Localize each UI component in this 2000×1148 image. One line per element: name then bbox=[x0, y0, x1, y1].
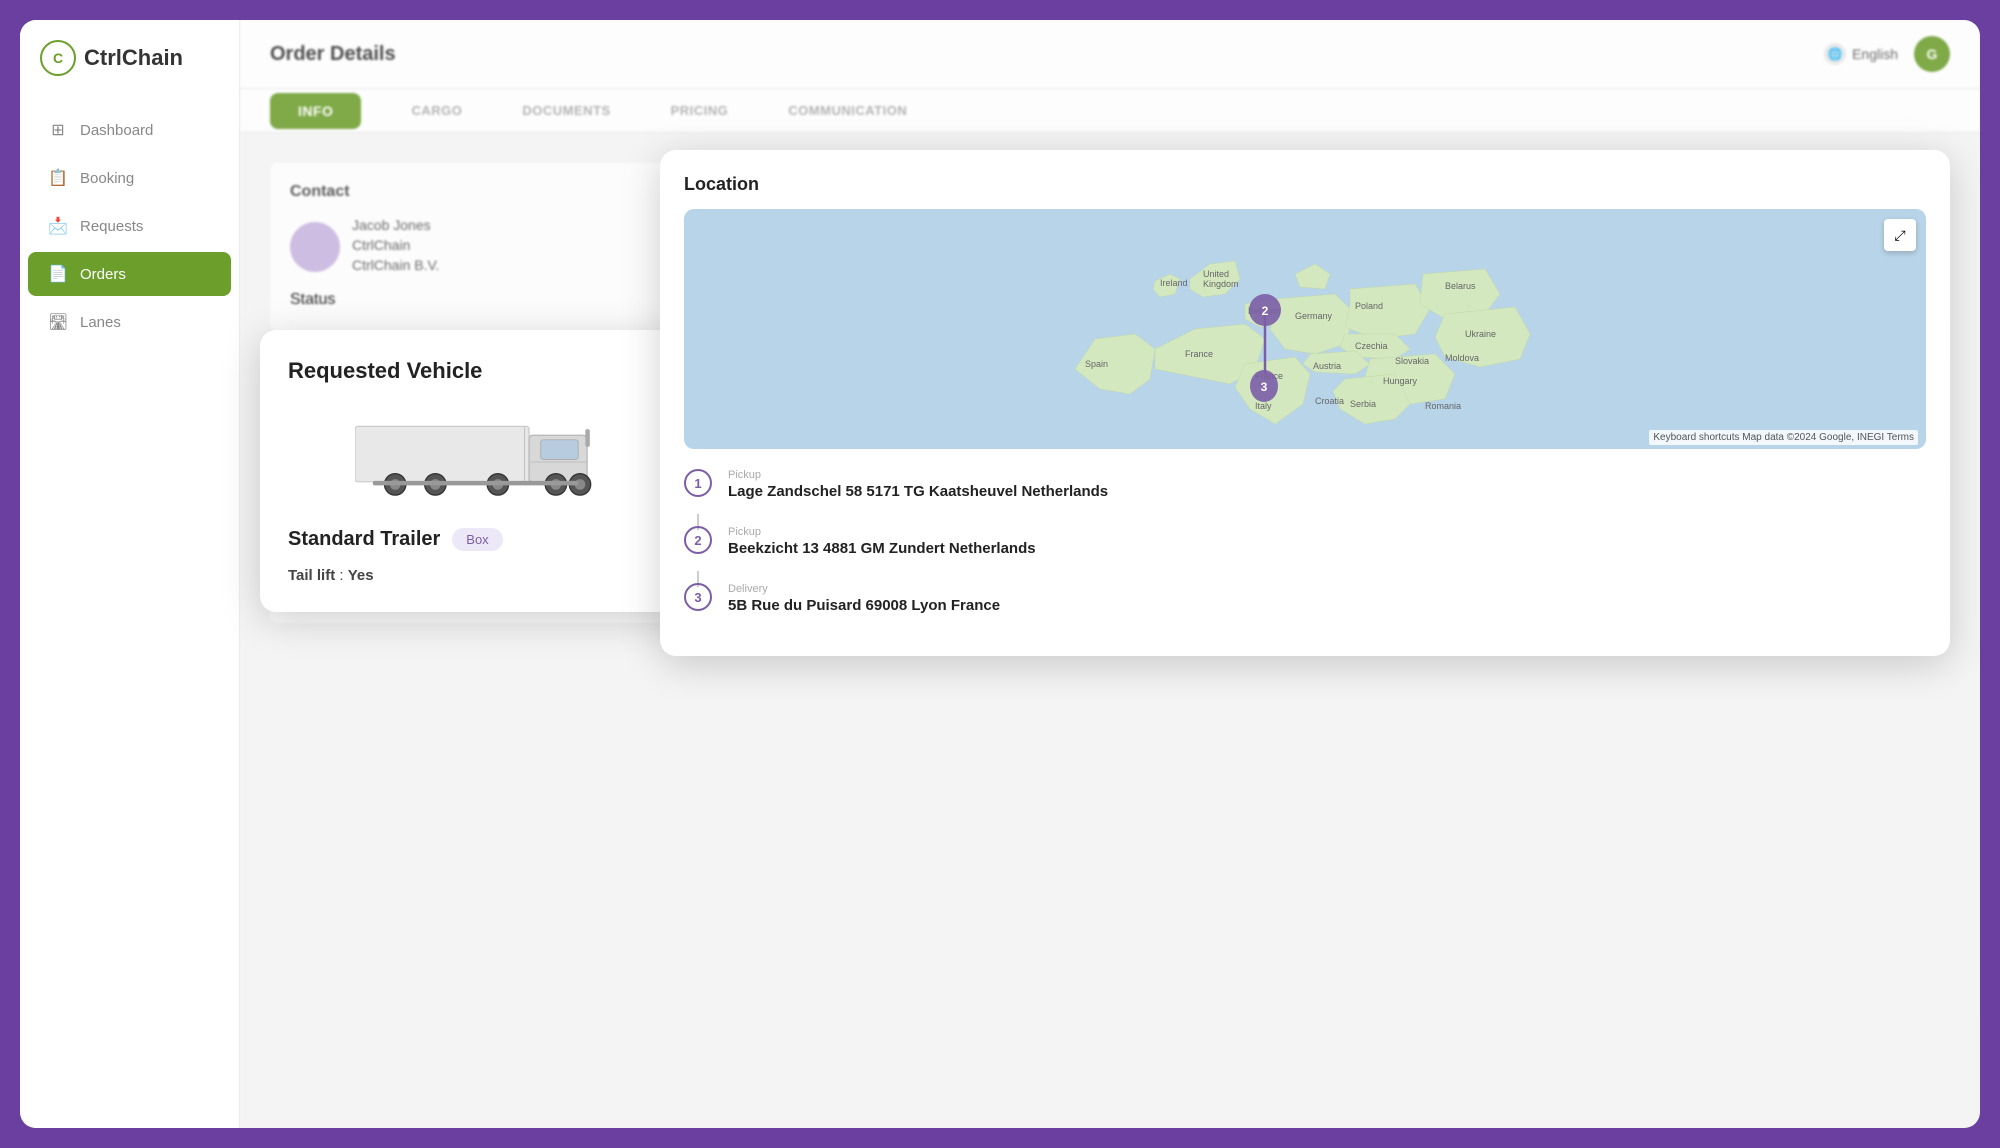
sidebar-item-requests[interactable]: 📩 Requests bbox=[28, 204, 231, 248]
header: Order Details 🌐 English G bbox=[240, 20, 1980, 89]
svg-text:Croatia: Croatia bbox=[1315, 396, 1344, 406]
truck-illustration bbox=[288, 408, 672, 508]
flag-icon: 🌐 bbox=[1824, 43, 1846, 65]
svg-text:Spain: Spain bbox=[1085, 359, 1108, 369]
svg-text:United: United bbox=[1203, 269, 1229, 279]
language-selector[interactable]: 🌐 English bbox=[1824, 43, 1898, 65]
sidebar-item-dashboard[interactable]: ⊞ Dashboard bbox=[28, 108, 231, 152]
contact-avatar bbox=[290, 222, 340, 272]
vehicle-name-row: Standard Trailer Box bbox=[288, 528, 672, 551]
svg-text:Slovakia: Slovakia bbox=[1395, 356, 1429, 366]
orders-icon: 📄 bbox=[48, 264, 68, 284]
dashboard-icon: ⊞ bbox=[48, 120, 68, 140]
sidebar-item-booking[interactable]: 📋 Booking bbox=[28, 156, 231, 200]
svg-text:Germany: Germany bbox=[1295, 311, 1333, 321]
user-avatar[interactable]: G bbox=[1914, 36, 1950, 72]
logo: C CtrlChain bbox=[20, 40, 239, 106]
app-container: C CtrlChain ⊞ Dashboard 📋 Booking 📩 Requ… bbox=[20, 20, 1980, 1128]
sidebar-item-orders[interactable]: 📄 Orders bbox=[28, 252, 231, 296]
map-container: Ireland United Kingdom Spain France Germ… bbox=[684, 209, 1926, 449]
svg-text:Ukraine: Ukraine bbox=[1465, 329, 1496, 339]
route-item-2: 2 Pickup Beekzicht 13 4881 GM Zundert Ne… bbox=[684, 526, 1926, 557]
route-number-1: 1 bbox=[684, 469, 712, 497]
svg-text:Austria: Austria bbox=[1313, 361, 1341, 371]
lanes-icon: 🛣 bbox=[48, 312, 68, 332]
tail-lift-info: Tail lift : Yes bbox=[288, 567, 672, 584]
sidebar: C CtrlChain ⊞ Dashboard 📋 Booking 📩 Requ… bbox=[20, 20, 240, 1128]
svg-text:Hungary: Hungary bbox=[1383, 376, 1418, 386]
route-number-2: 2 bbox=[684, 526, 712, 554]
svg-text:Belarus: Belarus bbox=[1445, 281, 1476, 291]
svg-text:Romania: Romania bbox=[1425, 401, 1461, 411]
route-item-1: 1 Pickup Lage Zandschel 58 5171 TG Kaats… bbox=[684, 469, 1926, 500]
route-item-3: 3 Delivery 5B Rue du Puisard 69008 Lyon … bbox=[684, 583, 1926, 614]
map-credit: Keyboard shortcuts Map data ©2024 Google… bbox=[1649, 430, 1918, 445]
svg-text:Moldova: Moldova bbox=[1445, 353, 1479, 363]
header-right: 🌐 English G bbox=[1824, 36, 1950, 72]
truck-svg bbox=[355, 413, 605, 502]
requests-icon: 📩 bbox=[48, 216, 68, 236]
route-details-3: Delivery 5B Rue du Puisard 69008 Lyon Fr… bbox=[728, 583, 1926, 614]
vehicle-type-badge: Box bbox=[452, 528, 502, 551]
svg-text:Ireland: Ireland bbox=[1160, 278, 1188, 288]
svg-text:France: France bbox=[1185, 349, 1213, 359]
tab-communication[interactable]: COMMUNICATION bbox=[758, 89, 937, 132]
svg-text:Serbia: Serbia bbox=[1350, 399, 1376, 409]
vehicle-card-title: Requested Vehicle bbox=[288, 358, 672, 384]
tab-documents[interactable]: DOCUMENTS bbox=[492, 89, 640, 132]
route-details-2: Pickup Beekzicht 13 4881 GM Zundert Neth… bbox=[728, 526, 1926, 557]
info-tab-button[interactable]: INFO bbox=[270, 93, 361, 129]
svg-text:Czechia: Czechia bbox=[1355, 341, 1388, 351]
svg-text:Poland: Poland bbox=[1355, 301, 1383, 311]
route-list: 1 Pickup Lage Zandschel 58 5171 TG Kaats… bbox=[684, 469, 1926, 614]
vehicle-card: Requested Vehicle bbox=[260, 330, 700, 612]
route-number-3: 3 bbox=[684, 583, 712, 611]
vehicle-name: Standard Trailer bbox=[288, 528, 440, 551]
logo-icon: C bbox=[40, 40, 76, 76]
route-details-1: Pickup Lage Zandschel 58 5171 TG Kaatshe… bbox=[728, 469, 1926, 500]
location-card: Location bbox=[660, 150, 1950, 656]
svg-text:Kingdom: Kingdom bbox=[1203, 279, 1239, 289]
booking-icon: 📋 bbox=[48, 168, 68, 188]
sidebar-item-lanes[interactable]: 🛣 Lanes bbox=[28, 300, 231, 344]
europe-map-svg: Ireland United Kingdom Spain France Germ… bbox=[684, 209, 1926, 449]
location-title: Location bbox=[684, 174, 1926, 195]
svg-text:Italy: Italy bbox=[1255, 401, 1272, 411]
tab-pricing[interactable]: PRICING bbox=[641, 89, 759, 132]
logo-text: CtrlChain bbox=[84, 45, 183, 71]
tab-cargo[interactable]: CARGO bbox=[381, 89, 492, 132]
svg-text:3: 3 bbox=[1261, 380, 1268, 394]
map-expand-button[interactable]: ⤢ bbox=[1884, 219, 1916, 251]
page-title: Order Details bbox=[270, 43, 396, 66]
tabs-bar: INFO CARGO DOCUMENTS PRICING COMMUNICATI… bbox=[240, 89, 1980, 133]
svg-text:2: 2 bbox=[1262, 304, 1269, 318]
